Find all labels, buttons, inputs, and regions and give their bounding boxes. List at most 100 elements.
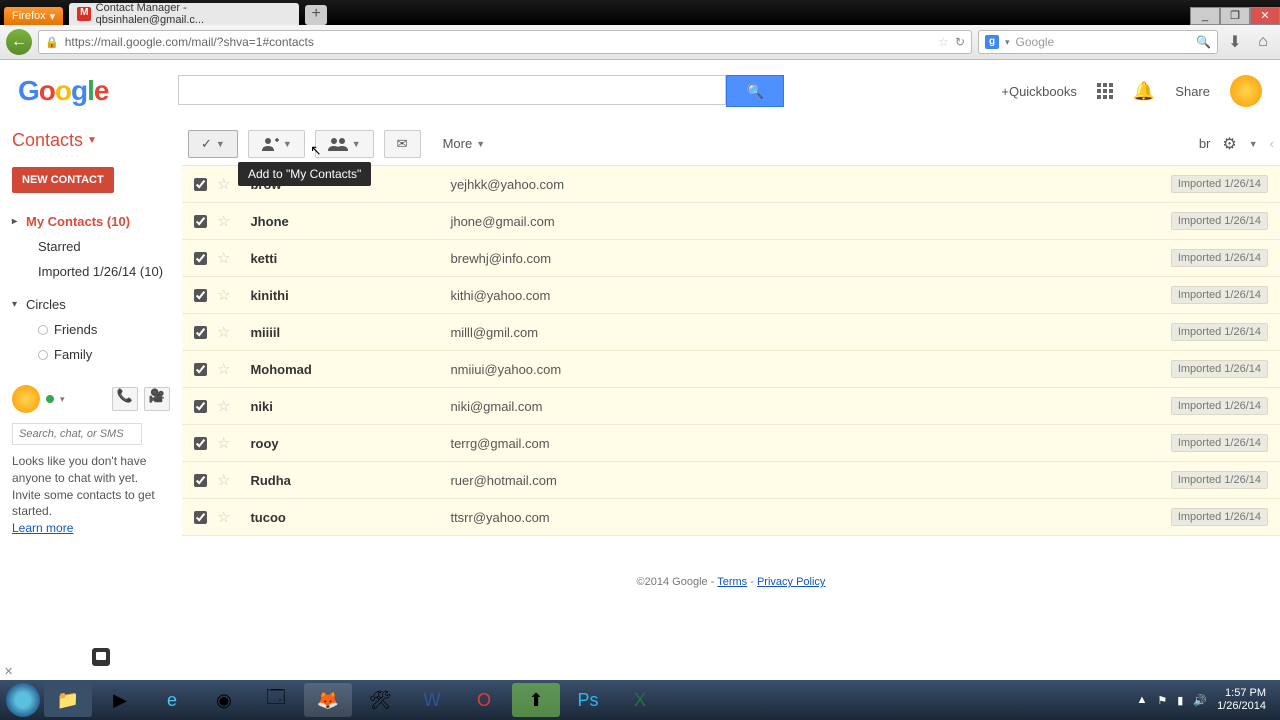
terms-link[interactable]: Terms bbox=[717, 576, 747, 588]
sidebar-item-circles[interactable]: ▾Circles bbox=[12, 292, 170, 317]
groups-button[interactable]: ▼ bbox=[315, 130, 374, 158]
new-contact-button[interactable]: NEW CONTACT bbox=[12, 167, 114, 193]
contact-email: kithi@yahoo.com bbox=[450, 288, 550, 303]
taskbar-excel[interactable]: X bbox=[616, 683, 664, 717]
url-bar[interactable]: 🔒 https://mail.google.com/mail/?shva=1#c… bbox=[38, 30, 972, 54]
contact-row[interactable]: ☆ ketti brewhj@info.com Imported 1/26/14 bbox=[182, 240, 1280, 277]
taskbar-chrome[interactable]: ◉ bbox=[200, 683, 248, 717]
chat-phone-button[interactable]: 📞 bbox=[112, 387, 138, 411]
chat-video-button[interactable]: 🎥 bbox=[144, 387, 170, 411]
contact-row[interactable]: ☆ Mohomad nmiiui@yahoo.com Imported 1/26… bbox=[182, 351, 1280, 388]
contact-row[interactable]: ☆ tucoo ttsrr@yahoo.com Imported 1/26/14 bbox=[182, 499, 1280, 536]
row-checkbox[interactable] bbox=[194, 215, 207, 228]
contacts-dropdown[interactable]: Contacts▼ bbox=[12, 130, 170, 151]
taskbar-photoshop[interactable]: Ps bbox=[564, 683, 612, 717]
downloads-button[interactable]: ⬇ bbox=[1224, 32, 1246, 52]
row-checkbox[interactable] bbox=[194, 289, 207, 302]
taskbar-app3[interactable]: ⬆ bbox=[512, 683, 560, 717]
star-icon[interactable]: ☆ bbox=[217, 175, 230, 193]
contact-row[interactable]: ☆ Jhone jhone@gmail.com Imported 1/26/14 bbox=[182, 203, 1280, 240]
tray-arrow-icon[interactable]: ▲ bbox=[1137, 694, 1148, 706]
select-all-button[interactable]: ✓▼ bbox=[188, 130, 238, 158]
settings-gear-icon[interactable]: ⚙ bbox=[1222, 134, 1236, 154]
row-checkbox[interactable] bbox=[194, 437, 207, 450]
taskbar-explorer[interactable]: 📁 bbox=[44, 683, 92, 717]
star-icon[interactable]: ☆ bbox=[217, 360, 230, 378]
contact-row[interactable]: ☆ kinithi kithi@yahoo.com Imported 1/26/… bbox=[182, 277, 1280, 314]
contact-row[interactable]: ☆ Rudha ruer@hotmail.com Imported 1/26/1… bbox=[182, 462, 1280, 499]
tray-flag-icon[interactable]: ⚑ bbox=[1157, 694, 1167, 707]
window-maximize-button[interactable]: ❐ bbox=[1220, 7, 1250, 25]
bookmark-star-icon[interactable]: ☆ bbox=[938, 35, 949, 49]
sidebar-item-family[interactable]: Family bbox=[12, 342, 170, 367]
sidebar-item-imported[interactable]: Imported 1/26/14 (10) bbox=[12, 259, 170, 284]
tray-volume-icon[interactable]: 🔊 bbox=[1193, 694, 1207, 707]
contacts-toolbar: ✓▼ ▼ ▼ ✉ More▼ Add to "My Contacts" ↖ br… bbox=[182, 122, 1280, 166]
star-icon[interactable]: ☆ bbox=[217, 434, 230, 452]
nav-prev-button[interactable]: ‹ bbox=[1270, 136, 1274, 151]
sidebar-item-friends[interactable]: Friends bbox=[12, 317, 170, 342]
row-checkbox[interactable] bbox=[194, 326, 207, 339]
system-clock[interactable]: 1:57 PM 1/26/2014 bbox=[1217, 687, 1266, 713]
add-to-contacts-button[interactable]: ▼ bbox=[248, 130, 305, 158]
row-checkbox[interactable] bbox=[194, 178, 207, 191]
gmail-search-button[interactable]: 🔍 bbox=[726, 75, 784, 107]
contact-row[interactable]: ☆ miiiil milll@gmil.com Imported 1/26/14 bbox=[182, 314, 1280, 351]
window-close-button[interactable]: ✕ bbox=[1250, 7, 1280, 25]
new-tab-button[interactable]: + bbox=[305, 5, 327, 25]
taskbar-media[interactable]: ▶ bbox=[96, 683, 144, 717]
row-checkbox[interactable] bbox=[194, 511, 207, 524]
taskbar-firefox[interactable]: 🦊 bbox=[304, 683, 352, 717]
plus-profile-link[interactable]: +Quickbooks bbox=[1001, 84, 1077, 99]
taskbar-app1[interactable]: 🗔 bbox=[252, 683, 300, 717]
row-checkbox[interactable] bbox=[194, 400, 207, 413]
home-button[interactable]: ⌂ bbox=[1252, 33, 1274, 51]
share-button[interactable]: Share bbox=[1175, 84, 1210, 99]
google-logo[interactable]: Google bbox=[18, 75, 108, 107]
taskbar-opera[interactable]: O bbox=[460, 683, 508, 717]
row-checkbox[interactable] bbox=[194, 363, 207, 376]
browser-titlebar: Firefox▾ Contact Manager - qbsinhalen@gm… bbox=[0, 0, 1280, 25]
chat-self-avatar[interactable] bbox=[12, 385, 40, 413]
learn-more-link[interactable]: Learn more bbox=[12, 521, 73, 535]
taskbar-word[interactable]: W bbox=[408, 683, 456, 717]
hangouts-tray-icon[interactable] bbox=[92, 648, 110, 666]
taskbar-app2[interactable]: 🛠 bbox=[356, 683, 404, 717]
search-go-icon[interactable]: 🔍 bbox=[1196, 35, 1211, 49]
window-minimize-button[interactable]: _ bbox=[1190, 7, 1220, 25]
gmail-search-input[interactable] bbox=[178, 75, 726, 105]
browser-search-bar[interactable]: g ▾ Google 🔍 bbox=[978, 30, 1218, 54]
email-button[interactable]: ✉ bbox=[384, 130, 421, 158]
row-checkbox[interactable] bbox=[194, 252, 207, 265]
tray-close-icon[interactable]: ✕ bbox=[4, 665, 13, 678]
reload-icon[interactable]: ↻ bbox=[955, 35, 965, 49]
star-icon[interactable]: ☆ bbox=[217, 471, 230, 489]
chat-search-input[interactable] bbox=[12, 423, 142, 445]
contact-name: Rudha bbox=[250, 473, 450, 488]
star-icon[interactable]: ☆ bbox=[217, 323, 230, 341]
taskbar-ie[interactable]: e bbox=[148, 683, 196, 717]
contact-name: ketti bbox=[250, 251, 450, 266]
contact-row[interactable]: ☆ rooy terrg@gmail.com Imported 1/26/14 bbox=[182, 425, 1280, 462]
apps-grid-icon[interactable] bbox=[1097, 83, 1113, 99]
tray-network-icon[interactable]: ▮ bbox=[1177, 694, 1183, 707]
notifications-bell-icon[interactable]: 🔔 bbox=[1133, 81, 1155, 102]
contact-row[interactable]: ☆ niki niki@gmail.com Imported 1/26/14 bbox=[182, 388, 1280, 425]
contact-name: Jhone bbox=[250, 214, 450, 229]
star-icon[interactable]: ☆ bbox=[217, 212, 230, 230]
star-icon[interactable]: ☆ bbox=[217, 508, 230, 526]
account-avatar[interactable] bbox=[1230, 75, 1262, 107]
start-button[interactable] bbox=[6, 683, 40, 717]
import-badge: Imported 1/26/14 bbox=[1171, 360, 1268, 378]
firefox-menu-button[interactable]: Firefox▾ bbox=[4, 7, 63, 25]
sidebar-item-starred[interactable]: Starred bbox=[12, 234, 170, 259]
star-icon[interactable]: ☆ bbox=[217, 286, 230, 304]
privacy-link[interactable]: Privacy Policy bbox=[757, 576, 825, 588]
row-checkbox[interactable] bbox=[194, 474, 207, 487]
star-icon[interactable]: ☆ bbox=[217, 397, 230, 415]
browser-tab[interactable]: Contact Manager - qbsinhalen@gmail.c... bbox=[69, 3, 299, 25]
more-dropdown[interactable]: More▼ bbox=[431, 130, 498, 158]
star-icon[interactable]: ☆ bbox=[217, 249, 230, 267]
sidebar-item-my-contacts[interactable]: ▸My Contacts (10) bbox=[12, 209, 170, 234]
browser-back-button[interactable]: ← bbox=[6, 29, 32, 55]
